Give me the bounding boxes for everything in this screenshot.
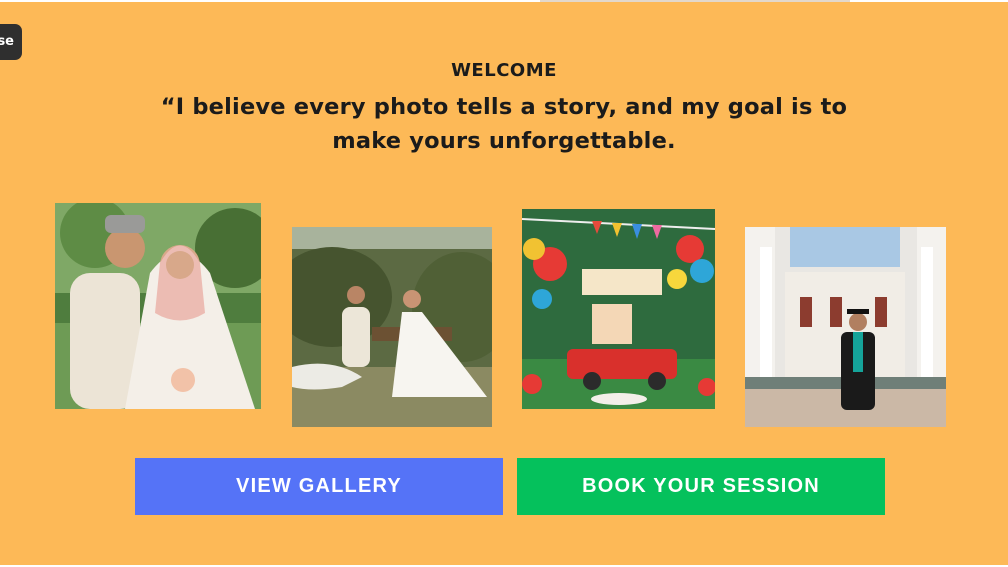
wedding-couple-photo [55, 203, 261, 409]
birthday-party-photo [522, 209, 715, 409]
graduation-portrait-photo [745, 227, 946, 427]
photographer-quote: “I believe every photo tells a story, an… [160, 94, 848, 154]
prewedding-couple-photo [292, 227, 492, 427]
close-button[interactable]: se [0, 24, 22, 60]
view-gallery-button[interactable]: VIEW GALLERY [135, 458, 503, 515]
page: se WELCOME “I believe every photo tells … [0, 0, 1008, 567]
welcome-section: se WELCOME “I believe every photo tells … [0, 2, 1008, 565]
welcome-heading: WELCOME [451, 60, 557, 81]
book-session-button[interactable]: BOOK YOUR SESSION [517, 458, 885, 515]
